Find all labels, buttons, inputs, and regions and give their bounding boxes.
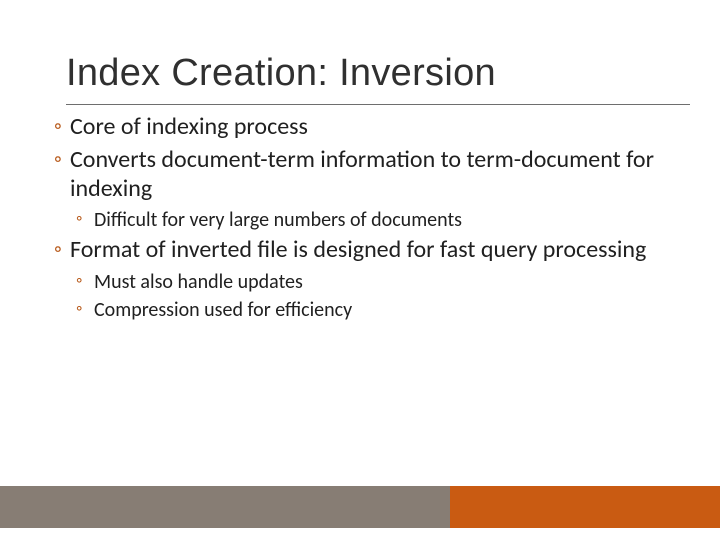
slide-body: Core of indexing process Converts docume… <box>54 112 666 326</box>
bullet-text: Must also handle updates <box>94 270 303 294</box>
bullet-lvl2: Must also handle updates <box>76 270 666 294</box>
slide: Index Creation: Inversion Core of indexi… <box>0 0 720 540</box>
bullet-lvl1: Core of indexing process <box>54 113 666 141</box>
bullet-lvl1: Converts document-term information to te… <box>54 146 666 203</box>
footer-band-gray <box>0 486 450 528</box>
bullet-text: Format of inverted file is designed for … <box>70 235 646 264</box>
title-underline <box>66 104 690 105</box>
bullet-lvl1: Format of inverted file is designed for … <box>54 236 666 264</box>
bullet-text: Compression used for efficiency <box>94 298 352 322</box>
footer-band-orange <box>450 486 720 528</box>
bullet-lvl2: Compression used for efficiency <box>76 298 666 322</box>
footer-band <box>0 486 720 528</box>
bullet-text: Difficult for very large numbers of docu… <box>94 208 462 232</box>
bullet-lvl2: Difficult for very large numbers of docu… <box>76 208 666 232</box>
slide-title: Index Creation: Inversion <box>66 52 660 95</box>
bullet-text: Converts document-term information to te… <box>70 145 654 202</box>
bullet-text: Core of indexing process <box>70 112 308 141</box>
